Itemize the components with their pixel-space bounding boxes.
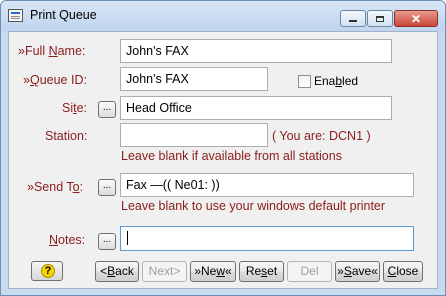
station-hint: Leave blank if available from all statio… [121, 149, 342, 163]
delete-button[interactable]: Del [287, 261, 332, 282]
close-icon: ✕ [410, 11, 422, 26]
form-panel: »Full Name: John's FAX »Queue ID: John's… [8, 31, 438, 289]
reset-button[interactable]: Reset [239, 261, 284, 282]
print-queue-window: Print Queue ✕ »Full Name: John's FAX »Qu… [0, 0, 446, 296]
close-window-button[interactable]: ✕ [394, 10, 438, 27]
new-button[interactable]: »New« [190, 261, 236, 282]
full-name-input[interactable]: John's FAX [120, 39, 392, 63]
site-label: Site: [62, 101, 88, 115]
current-station-text: ( You are: DCN1 ) [272, 129, 371, 143]
back-button[interactable]: <Back [95, 261, 139, 282]
next-button[interactable]: Next> [142, 261, 187, 282]
notes-label: Notes: [49, 233, 86, 247]
save-button[interactable]: »Save« [335, 261, 380, 282]
maximize-button[interactable] [367, 10, 393, 27]
send-to-input[interactable]: Fax —(( Ne01: )) [120, 173, 414, 197]
minimize-button[interactable] [340, 10, 366, 27]
send-to-browse-button[interactable]: ... [98, 179, 116, 196]
print-queue-icon [8, 9, 23, 22]
help-button[interactable]: ? [31, 261, 63, 281]
queue-id-input[interactable]: John's FAX [120, 67, 268, 91]
window-title: Print Queue [30, 8, 97, 22]
site-input[interactable]: Head Office [120, 96, 392, 120]
site-browse-button[interactable]: ... [98, 101, 116, 118]
enabled-label[interactable]: Enabled [314, 74, 358, 88]
title-bar[interactable]: Print Queue ✕ [1, 1, 445, 31]
minimize-icon [349, 20, 357, 22]
notes-input[interactable] [120, 226, 414, 251]
station-label: Station: [45, 129, 88, 143]
queue-id-label: »Queue ID: [23, 73, 87, 87]
close-button[interactable]: Close [383, 261, 423, 282]
send-to-label: »Send To: [27, 180, 84, 194]
enabled-checkbox[interactable] [298, 75, 311, 88]
help-icon: ? [41, 264, 55, 278]
station-input[interactable] [120, 123, 268, 147]
maximize-icon [376, 15, 384, 22]
send-to-hint: Leave blank to use your windows default … [121, 199, 386, 213]
full-name-label: »Full Name: [18, 44, 86, 58]
text-caret [127, 231, 128, 245]
notes-expand-button[interactable]: ... [98, 233, 116, 250]
